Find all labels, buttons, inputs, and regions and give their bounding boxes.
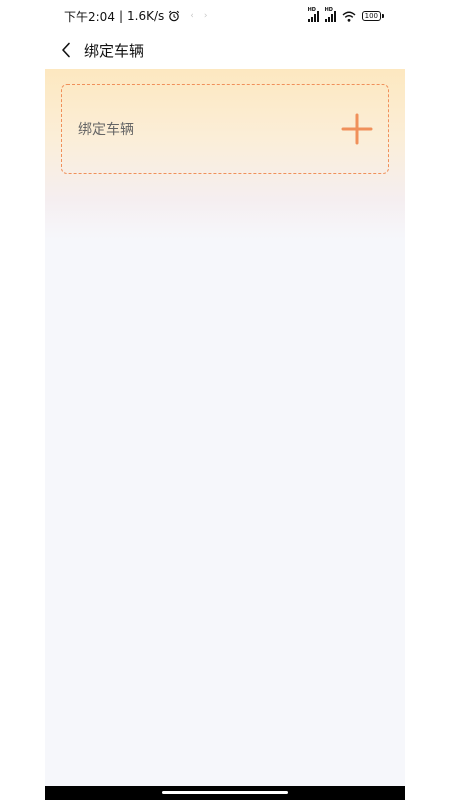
signal-icon: HD xyxy=(307,7,319,22)
bind-vehicle-card[interactable]: 绑定车辆 xyxy=(61,84,389,174)
signal-hd-label-2: HD xyxy=(324,6,333,13)
status-separator: | xyxy=(118,9,123,23)
battery-icon: 100 xyxy=(361,11,384,21)
status-right: HD HD 100 xyxy=(307,7,384,22)
back-button[interactable] xyxy=(52,36,80,64)
system-nav-bar xyxy=(45,786,405,800)
notification-arrow-left-icon: ‹ xyxy=(190,11,194,21)
notification-arrow-right-icon: › xyxy=(203,11,208,21)
status-left: 下午2:04 | 1.6K/s ‹ › xyxy=(64,8,207,25)
chevron-left-icon xyxy=(62,42,70,58)
page-title: 绑定车辆 xyxy=(84,41,145,60)
bind-vehicle-label: 绑定车辆 xyxy=(78,122,134,138)
screen: 下午2:04 | 1.6K/s ‹ › HD HD 100 绑定车辆 绑定车辆 xyxy=(0,0,450,800)
signal-hd-label: HD xyxy=(307,6,316,13)
home-indicator[interactable] xyxy=(162,791,288,794)
status-bar: 下午2:04 | 1.6K/s ‹ › HD HD 100 xyxy=(0,0,450,32)
wifi-icon xyxy=(342,11,356,22)
battery-level: 100 xyxy=(361,11,381,21)
status-time: 下午2:04 xyxy=(64,9,115,24)
header: 绑定车辆 xyxy=(0,32,450,68)
plus-icon[interactable] xyxy=(340,112,374,146)
alarm-clock-icon xyxy=(169,10,180,22)
content-area: 绑定车辆 xyxy=(45,69,405,786)
signal-icon-2: HD xyxy=(324,7,336,22)
status-net-speed: 1.6K/s xyxy=(127,9,165,23)
